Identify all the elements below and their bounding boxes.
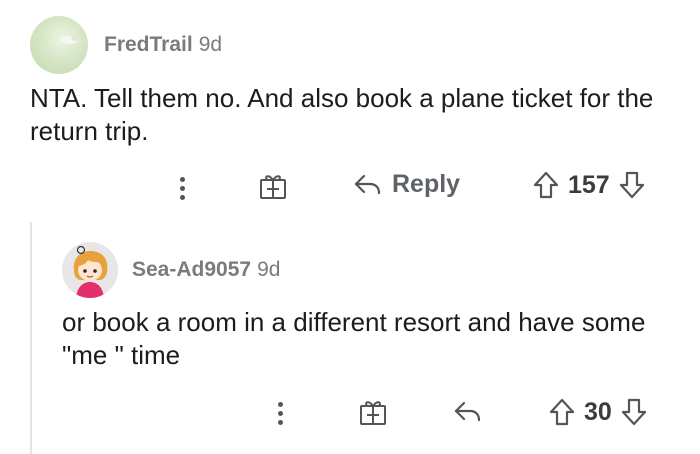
comment-body: or book a room in a different resort and… — [62, 307, 646, 370]
comment-body: NTA. Tell them no. And also book a plane… — [30, 83, 654, 146]
comment-age: 9d — [198, 33, 223, 56]
vote-count: 157 — [568, 170, 610, 199]
upvote-icon[interactable] — [532, 170, 560, 200]
comment-meta: Sea-Ad9057 9d — [132, 257, 280, 283]
vote-count: 30 — [584, 397, 612, 426]
vote-controls: 157 — [532, 170, 646, 200]
vote-controls: 30 — [548, 397, 648, 427]
comment-age: 9d — [257, 258, 281, 281]
comment-thread: FredTrail 9d NTA. Tell them no. And also … — [0, 0, 700, 454]
username[interactable]: Sea-Ad9057 — [132, 258, 251, 281]
award-icon[interactable] — [258, 171, 288, 201]
reply-icon[interactable] — [452, 398, 482, 426]
avatar[interactable] — [30, 16, 88, 74]
award-icon[interactable] — [358, 397, 388, 427]
reply-label: Reply — [392, 170, 461, 198]
downvote-icon[interactable] — [620, 397, 648, 427]
avatar[interactable] — [62, 242, 118, 298]
comment-meta: FredTrail 9d — [104, 32, 222, 58]
more-options-icon[interactable] — [276, 397, 284, 429]
reply-button[interactable]: Reply — [352, 170, 460, 199]
upvote-icon[interactable] — [548, 397, 576, 427]
more-options-icon[interactable] — [178, 172, 186, 204]
comment-actions: 30 — [0, 393, 700, 433]
comment-actions: Reply 157 — [0, 168, 700, 208]
username[interactable]: FredTrail — [104, 33, 193, 56]
reply-icon — [352, 171, 382, 199]
downvote-icon[interactable] — [618, 170, 646, 200]
